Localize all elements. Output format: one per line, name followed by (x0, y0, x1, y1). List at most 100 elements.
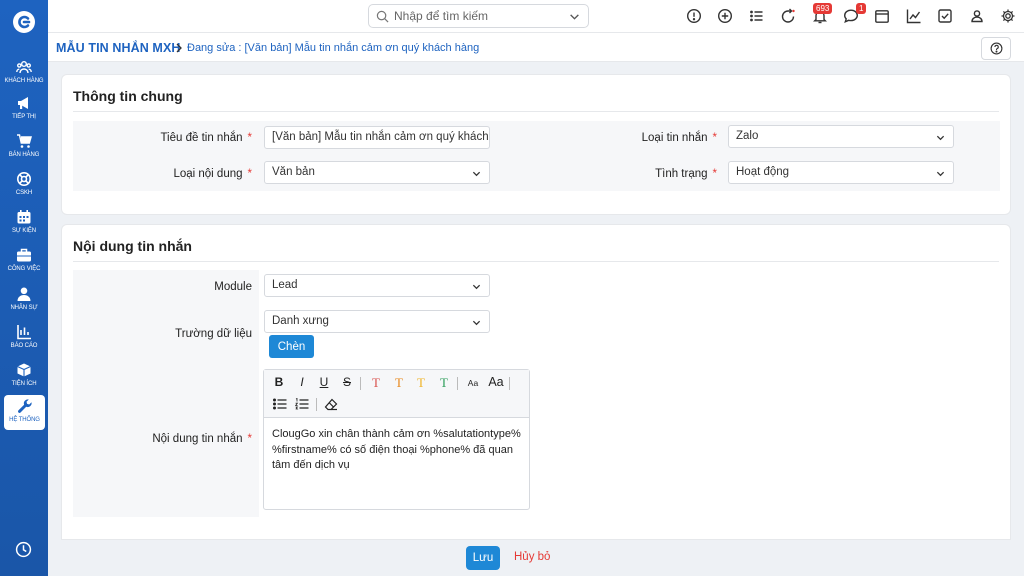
sidebar-item-tasks[interactable]: CÔNG VIỆC (0, 244, 48, 280)
body-label: Nội dung tin nhắn * (152, 433, 252, 445)
gear-icon[interactable] (1000, 8, 1016, 24)
editor-toolbar: B I U S T T T T Aa Aa (264, 370, 529, 418)
sidebar-item-events[interactable]: SỰ KIỆN (0, 206, 48, 242)
font-size-large-button[interactable]: Aa (486, 375, 506, 389)
chevron-down-icon (472, 320, 481, 326)
toolbar-separator (316, 398, 317, 411)
chart-icon (17, 325, 31, 340)
chevron-right-icon (176, 43, 182, 53)
text-color-green-button[interactable]: T (436, 375, 452, 391)
notification-count-badge: 693 (813, 3, 833, 14)
form-footer: Lưu Hủy bỏ (48, 540, 1024, 576)
sidebar-item-label: KHÁCH HÀNG (4, 78, 44, 84)
chevron-down-icon[interactable] (569, 11, 580, 22)
wrench-icon (17, 399, 32, 413)
bold-button[interactable]: B (271, 375, 287, 389)
content-type-select[interactable]: Văn bản (264, 161, 490, 184)
save-button[interactable]: Lưu (466, 546, 500, 570)
message-type-select[interactable]: Zalo (728, 125, 954, 148)
eraser-icon[interactable] (324, 398, 338, 411)
cancel-button[interactable]: Hủy bỏ (514, 551, 550, 563)
top-bar: 693 1 (48, 0, 1024, 32)
sidebar-item-reports[interactable]: BÁO CÁO (0, 321, 48, 357)
text-color-yellow-button[interactable]: T (413, 375, 429, 391)
strikethrough-button[interactable]: S (339, 375, 355, 389)
sidebar-item-utilities[interactable]: TIỆN ÍCH (0, 359, 48, 395)
module-label: Module (214, 281, 252, 293)
section-title: Thông tin chung (73, 88, 183, 104)
sidebar-item-sales[interactable]: BÁN HÀNG (0, 130, 48, 166)
help-icon (990, 42, 1002, 55)
sidebar-item-label: TIỆN ÍCH (11, 381, 37, 387)
message-type-label: Loại tin nhắn * (641, 132, 717, 144)
sidebar-item-label: HỆ THỐNG (9, 417, 40, 423)
breadcrumb: MẪU TIN NHẮN MXH Đang sửa : [Văn bản] Mẫ… (48, 32, 1024, 62)
sidebar-item-label: CÔNG VIỆC (7, 266, 41, 272)
message-body-text[interactable]: ClougGo xin chân thành cảm ơn %salutatio… (272, 427, 524, 474)
text-color-orange-button[interactable]: T (391, 375, 407, 391)
user-icon[interactable] (969, 8, 985, 24)
module-select[interactable]: Lead (264, 274, 490, 297)
status-select[interactable]: Hoạt động (728, 161, 954, 184)
sidebar-item-hr[interactable]: NHÂN SỰ (0, 283, 48, 319)
calendar-icon[interactable] (874, 8, 890, 24)
add-circle-icon[interactable] (717, 8, 733, 24)
toolbar-separator (457, 377, 458, 390)
users-icon (16, 61, 32, 74)
help-button[interactable] (981, 37, 1011, 60)
chevron-down-icon (936, 135, 945, 141)
sidebar-item-support[interactable]: CSKH (0, 168, 48, 204)
status-label: Tình trạng * (655, 168, 717, 180)
list-icon[interactable] (749, 8, 765, 24)
refresh-icon[interactable] (780, 8, 796, 24)
sidebar-item-label: TIẾP THỊ (12, 114, 36, 120)
title-input[interactable]: [Văn bản] Mẫu tin nhắn cảm ơn quý khách (264, 126, 490, 149)
divider (73, 111, 999, 112)
text-color-red-button[interactable]: T (368, 375, 384, 391)
lifebuoy-icon (17, 172, 31, 186)
cart-icon (17, 134, 32, 148)
box-icon (17, 363, 31, 377)
chevron-down-icon (472, 171, 481, 177)
chevron-down-icon (472, 284, 481, 290)
section-title: Nội dung tin nhắn (73, 238, 192, 254)
selected-value: Danh xưng (272, 315, 329, 327)
message-content-section: Nội dung tin nhắn Module Lead Trường dữ … (61, 224, 1011, 540)
search-input[interactable] (394, 9, 564, 23)
sidebar-item-customers[interactable]: KHÁCH HÀNG (0, 56, 48, 92)
person-icon (17, 287, 31, 301)
general-info-section: Thông tin chung Tiêu đề tin nhắn * [Văn b… (61, 74, 1011, 215)
content-type-label: Loại nội dung * (173, 168, 252, 180)
calendar-icon (17, 210, 31, 224)
clock-icon[interactable] (15, 541, 32, 558)
sidebar-item-marketing[interactable]: TIẾP THỊ (0, 92, 48, 128)
alert-circle-icon[interactable] (686, 8, 702, 24)
briefcase-icon (17, 248, 31, 262)
selected-value: Văn bản (272, 166, 315, 178)
numbered-list-icon[interactable] (295, 398, 309, 410)
divider (73, 261, 999, 262)
sidebar: KHÁCH HÀNG TIẾP THỊ BÁN HÀNG CSKH SỰ KIỆ… (0, 0, 48, 576)
sidebar-item-label: SỰ KIỆN (11, 228, 37, 234)
module-title-link[interactable]: MẪU TIN NHẮN MXH (56, 41, 181, 55)
message-body-editor[interactable]: B I U S T T T T Aa Aa ClougGo xin chân t… (263, 369, 530, 510)
insert-button[interactable]: Chèn (269, 335, 314, 358)
record-breadcrumb: Đang sửa : [Văn bản] Mẫu tin nhắn cảm ơn… (187, 42, 480, 54)
global-search[interactable] (368, 4, 589, 28)
bullet-list-icon[interactable] (273, 398, 287, 410)
italic-button[interactable]: I (294, 375, 310, 389)
underline-button[interactable]: U (316, 375, 332, 389)
sidebar-item-label: NHÂN SỰ (10, 305, 38, 311)
data-field-label: Trường dữ liệu (175, 328, 252, 340)
app-logo-icon[interactable] (12, 10, 36, 34)
font-size-small-button[interactable]: Aa (465, 378, 481, 388)
line-chart-icon[interactable] (906, 8, 922, 24)
data-field-select[interactable]: Danh xưng (264, 310, 490, 333)
sidebar-item-label: CSKH (15, 190, 33, 196)
task-check-icon[interactable] (937, 8, 953, 24)
label-column (73, 270, 259, 517)
sidebar-item-system[interactable]: HỆ THỐNG (4, 395, 45, 430)
title-label: Tiêu đề tin nhắn * (160, 132, 252, 144)
selected-value: Zalo (736, 130, 759, 142)
toolbar-separator (509, 377, 510, 390)
